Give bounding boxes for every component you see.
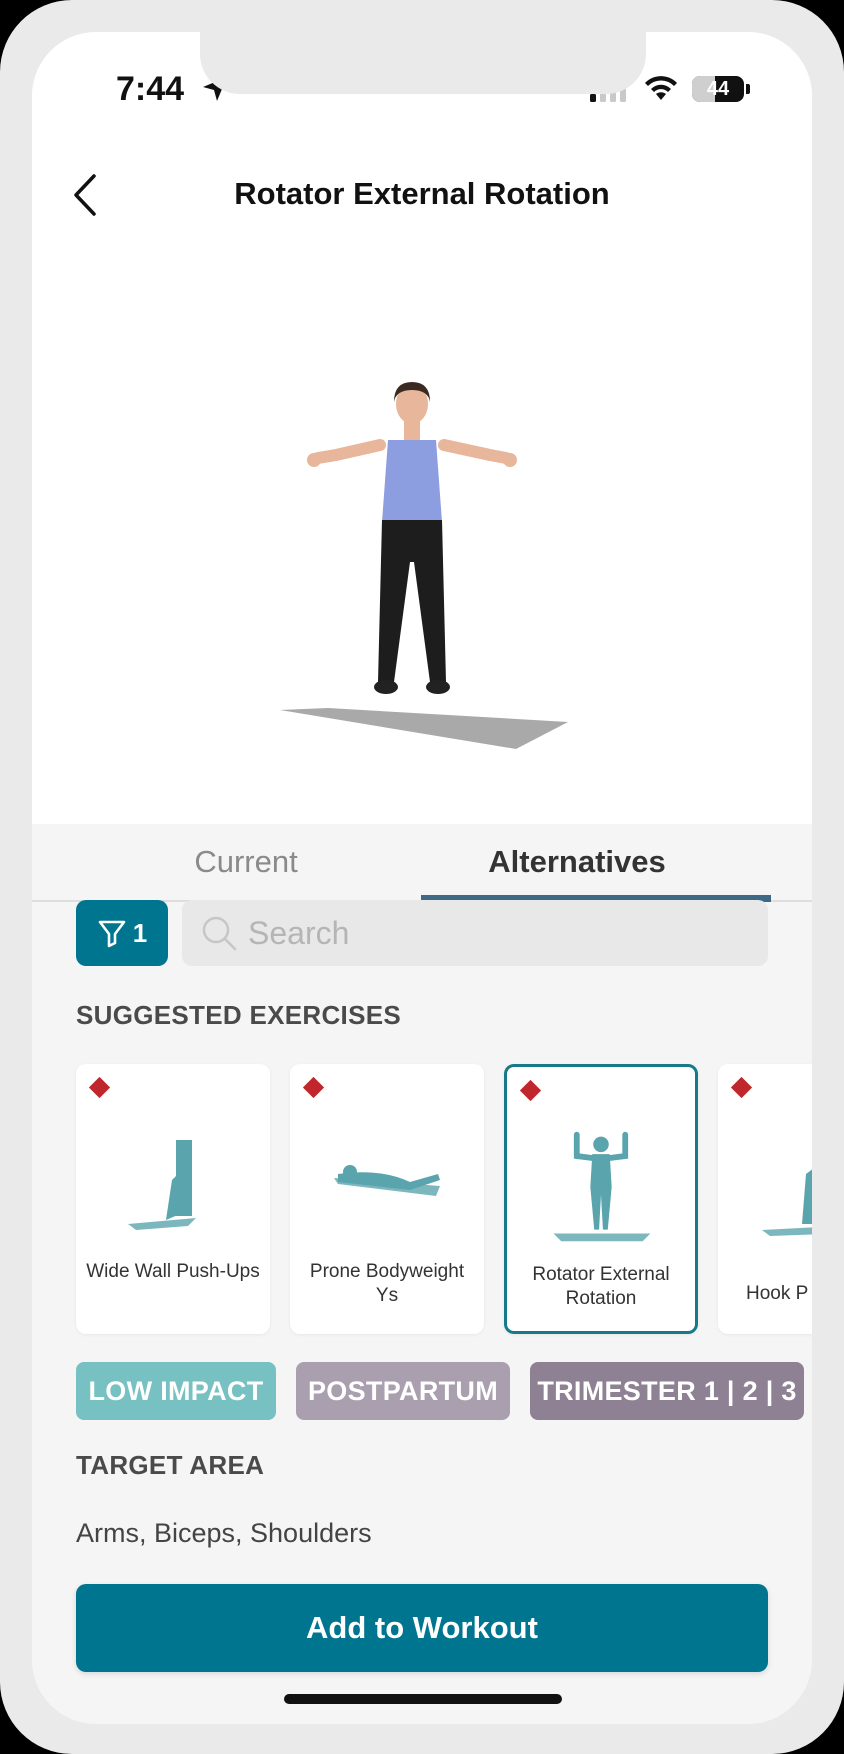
filter-icon: [98, 920, 126, 948]
search-icon: [202, 916, 237, 951]
home-indicator: [284, 1694, 562, 1704]
tag-postpartum: POSTPARTUM: [296, 1362, 510, 1420]
suggested-exercises-heading: SUGGESTED EXERCISES: [76, 1000, 401, 1030]
search-input[interactable]: [246, 900, 746, 966]
exercise-card-label: Prone Bodyweight Ys: [309, 1261, 465, 1306]
tab-bar: Current Alternatives: [32, 824, 812, 902]
diamond-badge-icon: [302, 1076, 325, 1099]
hook-silhouette-icon: [762, 1169, 812, 1236]
exercise-card-wide-wall-push-ups[interactable]: Wide Wall Push-Ups: [76, 1064, 270, 1334]
filter-button[interactable]: 1: [76, 900, 168, 966]
rotator-silhouette-icon: [553, 1131, 651, 1242]
tab-current[interactable]: Current: [90, 824, 402, 900]
exercise-demo-image: [32, 242, 812, 824]
battery-icon: 44: [692, 76, 744, 102]
diamond-badge-icon: [88, 1076, 111, 1099]
exercise-card-label: Hook P: [746, 1283, 809, 1304]
tag-trimester: TRIMESTER 1 | 2 | 3: [530, 1362, 804, 1420]
page-title: Rotator External Rotation: [234, 176, 610, 211]
battery-tip: [746, 84, 750, 94]
wall-push-up-silhouette-icon: [128, 1140, 196, 1230]
tab-alternatives[interactable]: Alternatives: [421, 824, 733, 900]
target-area-heading: TARGET AREA: [76, 1450, 265, 1480]
add-to-workout-button[interactable]: Add to Workout: [76, 1584, 768, 1672]
battery-percent: 44: [706, 77, 730, 100]
status-time: 7:44: [116, 70, 185, 108]
target-area-value: Arms, Biceps, Shoulders: [76, 1518, 372, 1548]
exercise-figure-illustration: [280, 382, 568, 749]
screen: 7:44 44 Rotator External Rotation Curren…: [32, 32, 812, 1724]
exercise-card-label: Wide Wall Push-Ups: [86, 1261, 260, 1282]
phone-frame: 7:44 44 Rotator External Rotation Curren…: [0, 0, 844, 1754]
prone-ys-silhouette-icon: [334, 1165, 440, 1196]
filter-count: 1: [132, 917, 148, 948]
tag-low-impact: LOW IMPACT: [76, 1362, 276, 1420]
exercise-card-prone-bodyweight-ys[interactable]: Prone Bodyweight Ys: [290, 1064, 484, 1334]
header: Rotator External Rotation: [32, 142, 812, 242]
exercise-card-hook[interactable]: Hook P: [718, 1064, 812, 1334]
suggested-exercises-carousel[interactable]: Wide Wall Push-Ups Prone Bodyweight Ys R…: [76, 1064, 812, 1334]
diamond-badge-icon: [730, 1076, 753, 1099]
exercise-card-rotator-external-rotation[interactable]: Rotator External Rotation: [504, 1064, 698, 1334]
diamond-badge-icon: [519, 1079, 542, 1102]
notch: [200, 32, 646, 94]
exercise-card-label: Rotator External Rotation: [532, 1264, 670, 1309]
search-box[interactable]: [182, 900, 768, 966]
wifi-icon: [645, 76, 677, 100]
